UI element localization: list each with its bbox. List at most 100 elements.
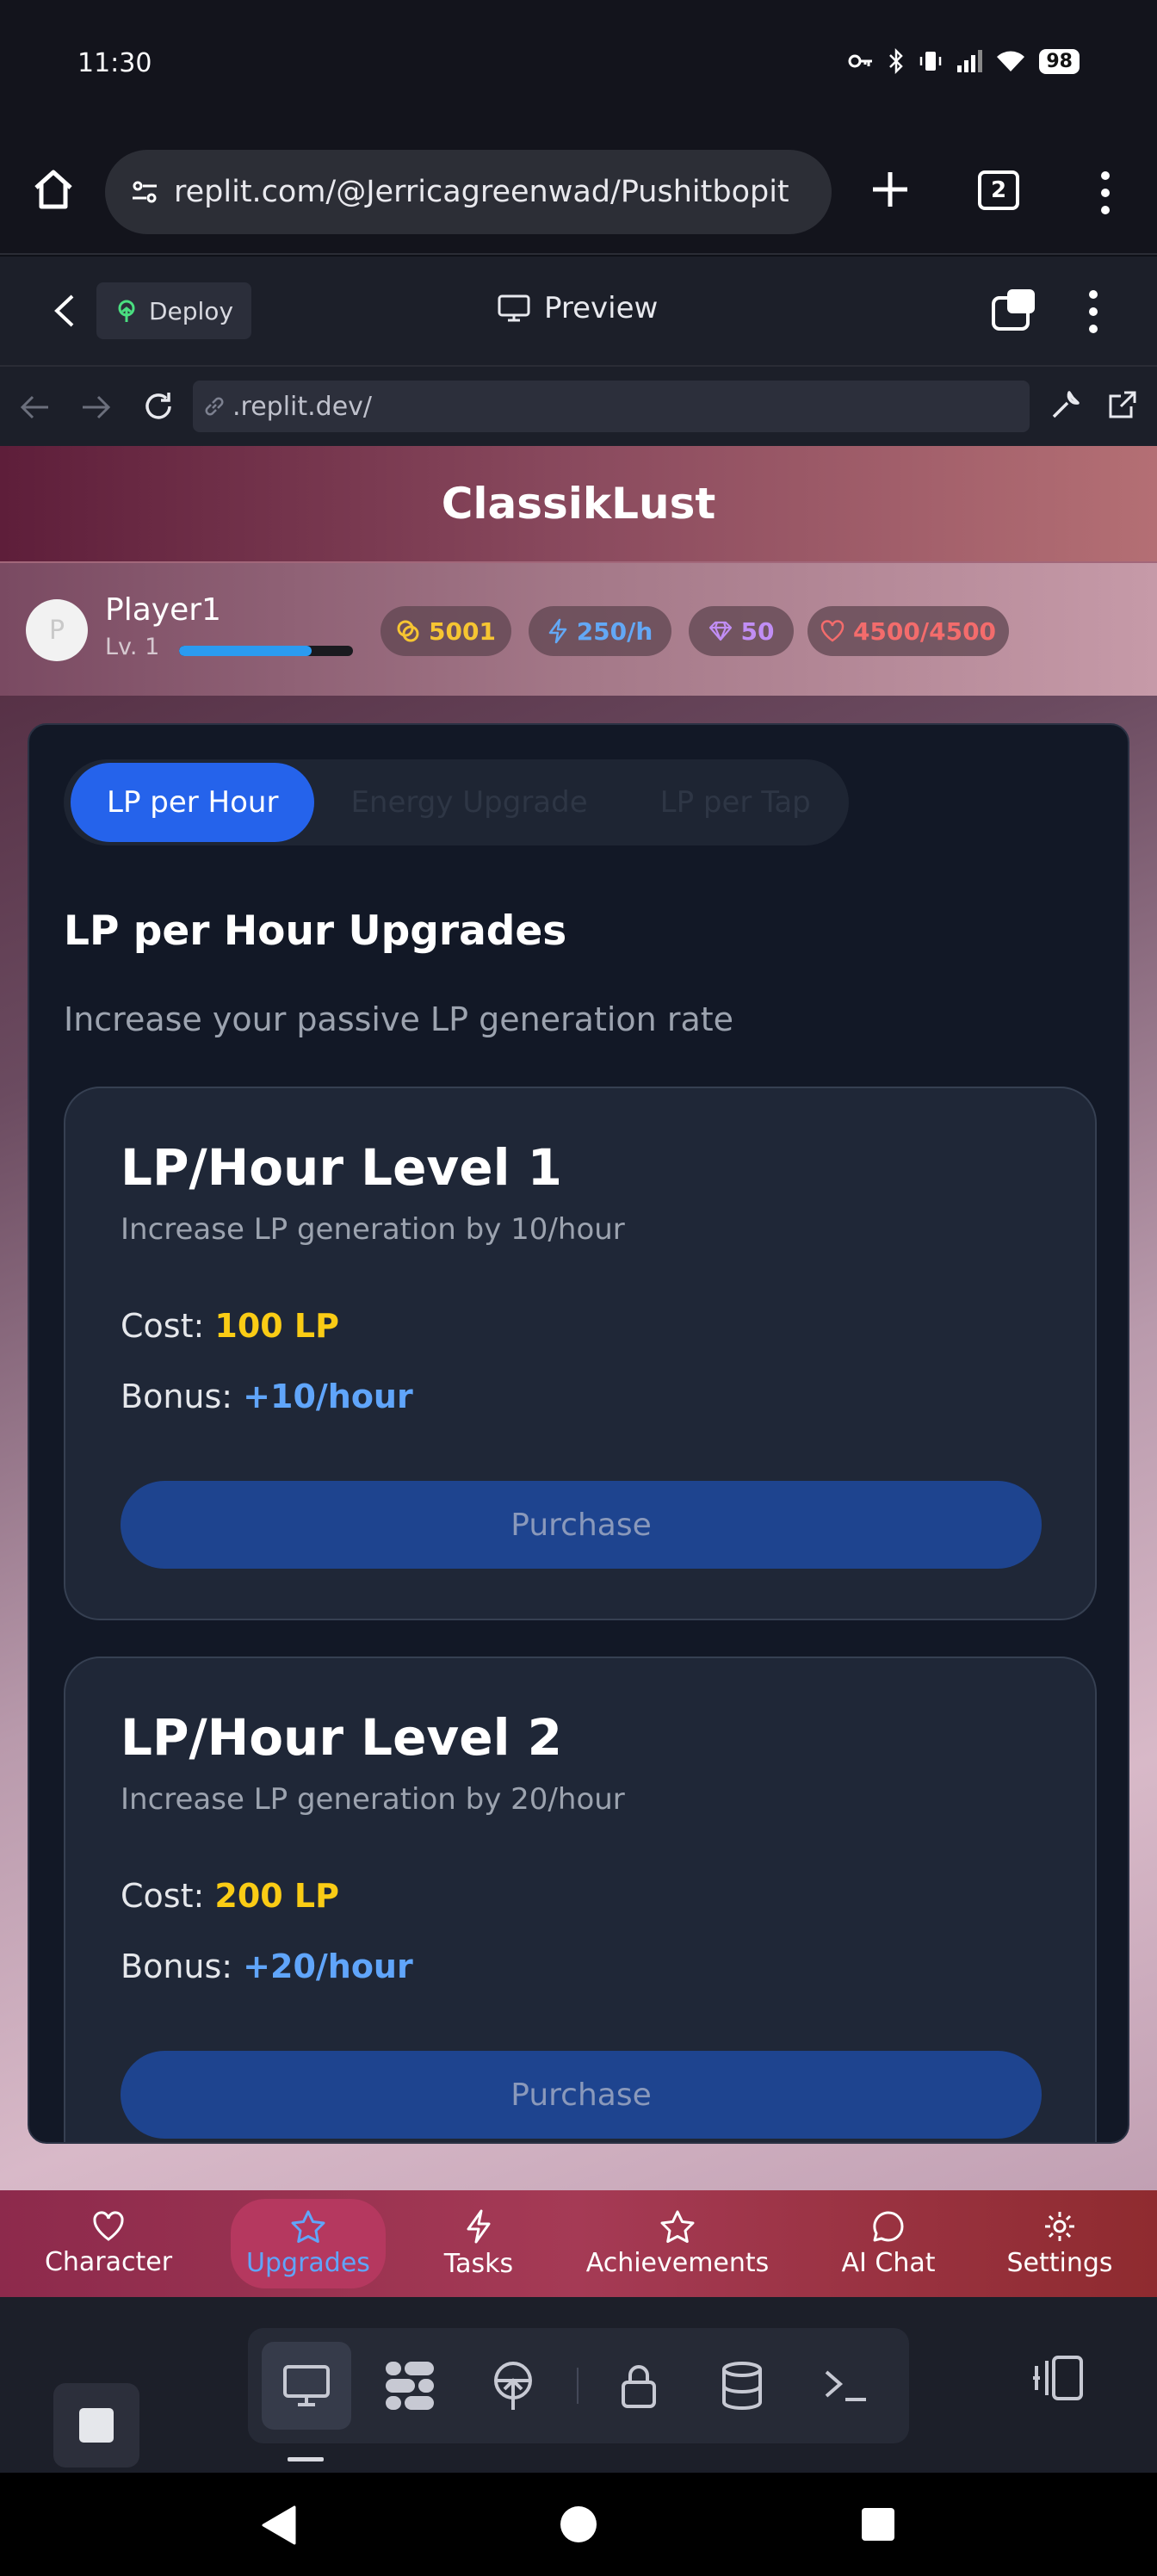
- devtools-button[interactable]: [1049, 387, 1083, 422]
- agent-icon: [386, 2362, 434, 2410]
- star-icon: [660, 2210, 695, 2243]
- secrets-tool[interactable]: [594, 2342, 684, 2430]
- coins-icon: [397, 620, 419, 642]
- tab-lp-per-tap[interactable]: LP per Tap: [624, 763, 847, 842]
- cost-label: Cost:: [121, 1307, 215, 1345]
- deploy-icon: [494, 2362, 532, 2410]
- gems-stat: 50: [689, 606, 794, 656]
- app-title: ClassikLust: [441, 479, 716, 529]
- upgrade-cost: Cost: 200 LP: [121, 1877, 339, 1915]
- hearts-stat: 4500/4500: [807, 606, 1009, 656]
- energy-stat: 250/h: [529, 606, 671, 656]
- app-header: ClassikLust: [0, 446, 1157, 561]
- signal-icon: [957, 50, 983, 72]
- nav-label: Settings: [1006, 2247, 1113, 2278]
- cost-value: 200 LP: [214, 1877, 339, 1915]
- nav-tasks[interactable]: Tasks: [427, 2190, 530, 2297]
- upgrade-bonus: Bonus: +20/hour: [121, 1947, 413, 1985]
- chevron-left-icon: [54, 294, 74, 327]
- coins-stat: 5001: [381, 606, 511, 656]
- webview-back-button[interactable]: [17, 393, 52, 422]
- monitor-icon: [283, 2365, 330, 2406]
- more-button[interactable]: [1076, 288, 1111, 336]
- nav-label: Character: [44, 2246, 173, 2277]
- windows-icon: [992, 289, 1035, 331]
- upgrade-card: LP/Hour Level 2 Increase LP generation b…: [64, 1656, 1097, 2142]
- upgrade-bonus: Bonus: +10/hour: [121, 1378, 413, 1415]
- webview-reload-button[interactable]: [141, 389, 176, 424]
- nav-upgrades[interactable]: Upgrades: [231, 2190, 386, 2297]
- avatar[interactable]: P: [26, 599, 88, 661]
- heart-icon: [820, 620, 845, 642]
- bonus-label: Bonus:: [121, 1947, 244, 1985]
- upgrade-cost: Cost: 100 LP: [121, 1307, 339, 1345]
- gems-value: 50: [740, 616, 775, 646]
- back-triangle-icon[interactable]: [260, 2505, 296, 2545]
- webview-url: .replit.dev/: [232, 391, 373, 422]
- nav-label: Achievements: [585, 2247, 770, 2278]
- upgrade-card: LP/Hour Level 1 Increase LP generation b…: [64, 1087, 1097, 1620]
- deploy-button[interactable]: Deploy: [96, 282, 251, 339]
- purchase-button[interactable]: Purchase: [121, 2051, 1042, 2139]
- upgrade-description: Increase LP generation by 10/hour: [121, 1212, 625, 1247]
- lightning-icon: [548, 618, 566, 644]
- url-bar[interactable]: replit.com/@Jerricagreenwad/Pushitbopit: [105, 150, 832, 234]
- database-icon: [722, 2362, 762, 2411]
- new-tab-button[interactable]: [864, 164, 916, 215]
- heart-icon: [93, 2210, 124, 2241]
- shell-tool[interactable]: [801, 2342, 890, 2430]
- purchase-button[interactable]: Purchase: [121, 1481, 1042, 1569]
- nav-settings[interactable]: Settings: [1002, 2190, 1117, 2297]
- browser-toolbar: replit.com/@Jerricagreenwad/Pushitbopit …: [0, 129, 1157, 255]
- home-button[interactable]: [29, 165, 77, 214]
- status-bar: 11:30 98: [0, 0, 1157, 129]
- tab-energy-upgrade[interactable]: Energy Upgrade: [314, 763, 623, 842]
- wifi-icon: [997, 51, 1025, 71]
- webview-forward-button[interactable]: [79, 393, 114, 422]
- status-time: 11:30: [77, 48, 152, 78]
- open-new-tab-button[interactable]: [1105, 387, 1140, 422]
- app-viewport: ClassikLust P Player1 Lv. 1 5001 250/h 5…: [0, 446, 1157, 2190]
- terminal-icon: [825, 2370, 866, 2401]
- back-button[interactable]: [48, 293, 83, 329]
- agent-tool[interactable]: [365, 2342, 455, 2430]
- database-tool[interactable]: [697, 2342, 787, 2430]
- window-switch-button[interactable]: [990, 288, 1038, 332]
- energy-rate-value: 250/h: [576, 616, 653, 646]
- nav-label: AI Chat: [841, 2247, 936, 2278]
- home-circle-icon[interactable]: [560, 2505, 597, 2543]
- nav-ai-chat[interactable]: AI Chat: [828, 2190, 949, 2297]
- side-panel-button[interactable]: [1030, 2354, 1085, 2402]
- tab-lp-per-hour[interactable]: LP per Hour: [71, 763, 315, 842]
- deploy-icon: [118, 300, 135, 322]
- upgrade-description: Increase LP generation by 20/hour: [121, 1782, 625, 1817]
- tool-divider: [577, 2368, 578, 2404]
- more-vertical-icon: [1101, 171, 1110, 214]
- preview-label: Preview: [544, 291, 659, 325]
- nav-label: Upgrades: [246, 2247, 370, 2278]
- stop-button[interactable]: [53, 2383, 139, 2468]
- preview-tool[interactable]: [262, 2342, 351, 2430]
- deploy-label: Deploy: [148, 296, 234, 325]
- preview-tab[interactable]: Preview: [498, 291, 658, 325]
- webview-address-bar[interactable]: .replit.dev/: [193, 381, 1030, 432]
- app-bottom-nav: Character Upgrades Tasks Achievements AI…: [0, 2190, 1157, 2297]
- nav-achievements[interactable]: Achievements: [582, 2190, 773, 2297]
- nav-character[interactable]: Character: [34, 2190, 183, 2297]
- key-icon: [848, 54, 873, 68]
- deploy-tool[interactable]: [468, 2342, 558, 2430]
- recents-square-icon[interactable]: [861, 2507, 895, 2542]
- side-panel-icon: [1033, 2356, 1083, 2400]
- tool-group: [248, 2328, 909, 2443]
- site-settings-icon: [133, 181, 157, 203]
- browser-menu-button[interactable]: [1088, 167, 1123, 219]
- tab-switcher-button[interactable]: 2: [978, 170, 1019, 210]
- more-vertical-icon: [1089, 290, 1098, 333]
- bonus-label: Bonus:: [121, 1378, 244, 1415]
- section-title: LP per Hour Upgrades: [64, 907, 567, 955]
- lock-icon: [622, 2365, 656, 2408]
- home-icon: [34, 170, 72, 209]
- webview-nav: .replit.dev/: [0, 365, 1157, 446]
- monitor-icon: [498, 294, 530, 322]
- active-tool-indicator: [288, 2457, 324, 2461]
